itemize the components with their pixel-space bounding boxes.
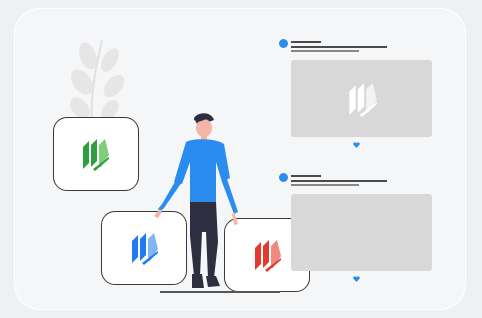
header-line bbox=[291, 41, 321, 43]
header-line bbox=[291, 175, 321, 177]
post-image-1[interactable] bbox=[291, 60, 432, 137]
header-line bbox=[291, 180, 387, 182]
floor-line bbox=[160, 291, 280, 293]
stacked-pages-logo-red-icon bbox=[255, 240, 281, 272]
heart-icon[interactable] bbox=[353, 276, 360, 282]
plant-decoration-icon bbox=[70, 39, 125, 125]
header-line bbox=[291, 50, 359, 52]
avatar-dot bbox=[279, 39, 288, 48]
post-header-2 bbox=[279, 172, 389, 186]
person-illustration-icon bbox=[154, 113, 238, 288]
post-image-2[interactable] bbox=[291, 194, 432, 271]
post-header-1 bbox=[279, 38, 389, 52]
avatar-dot bbox=[279, 173, 288, 182]
stacked-pages-logo-white-icon bbox=[348, 82, 377, 117]
app-card-green[interactable] bbox=[53, 117, 139, 191]
header-line bbox=[291, 46, 387, 48]
heart-icon[interactable] bbox=[353, 142, 360, 148]
stacked-pages-logo-green-icon bbox=[83, 139, 109, 171]
illustration-stage bbox=[0, 0, 482, 318]
header-line bbox=[291, 184, 359, 186]
